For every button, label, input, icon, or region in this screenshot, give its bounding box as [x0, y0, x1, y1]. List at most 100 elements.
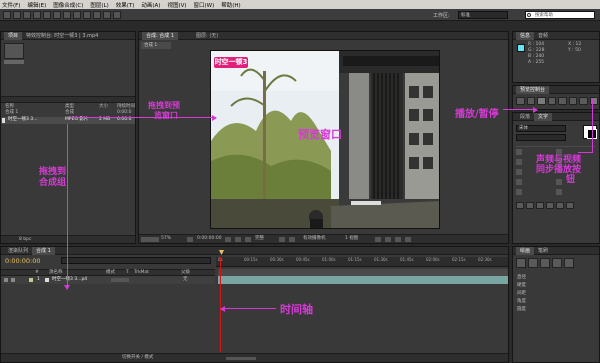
workspace-select[interactable]: 标准 — [458, 11, 508, 19]
tab-effect-controls[interactable]: 特效控制台: 时空一顿3 | 3.mp4 — [22, 32, 102, 40]
selection-tool-icon[interactable] — [3, 11, 11, 19]
previous-frame-icon[interactable] — [526, 97, 535, 105]
superscript-icon[interactable] — [556, 202, 564, 209]
brush-preset-icon[interactable] — [540, 258, 550, 268]
brush-tool-icon[interactable] — [83, 11, 91, 19]
menu-help[interactable]: 帮助(H) — [221, 1, 240, 9]
tab-character[interactable]: 文字 — [534, 112, 553, 121]
brush-preset-icon[interactable] — [552, 258, 562, 268]
resolution-select[interactable]: 完整 — [255, 236, 264, 242]
zoom-select[interactable]: 57% — [161, 236, 171, 242]
menu-animation[interactable]: 动画(A) — [141, 1, 160, 9]
tab-audio[interactable]: 音频 — [534, 32, 552, 40]
pan-behind-tool-icon[interactable] — [53, 11, 61, 19]
ruler-tick: 01:30s — [374, 257, 388, 262]
show-snapshot-icon[interactable] — [235, 237, 241, 242]
zoom-slider[interactable] — [226, 357, 256, 360]
transparency-grid-icon[interactable] — [289, 237, 295, 242]
grid-icon[interactable] — [187, 237, 193, 242]
always-preview-icon[interactable] — [141, 237, 159, 242]
audio-icon[interactable] — [568, 97, 577, 105]
layer-parent[interactable]: 无 — [183, 277, 188, 283]
puppet-tool-icon[interactable] — [113, 11, 121, 19]
play-pause-icon[interactable] — [537, 97, 546, 105]
eraser-tool-icon[interactable] — [103, 11, 111, 19]
brush-preset-icon[interactable] — [528, 258, 538, 268]
brush-preset-icon[interactable] — [516, 258, 526, 268]
small-caps-icon[interactable] — [546, 202, 554, 209]
menu-edit[interactable]: 编辑(E) — [27, 1, 46, 9]
font-size-icon — [516, 149, 522, 155]
text-tool-icon[interactable] — [73, 11, 81, 19]
toggle-switches-modes-button[interactable]: 切换开关 / 模式 — [122, 355, 153, 361]
camera-tool-icon[interactable] — [43, 11, 51, 19]
annotation-play-pause: 播放/暂停 — [455, 109, 499, 120]
loop-icon[interactable] — [579, 97, 588, 105]
last-frame-icon[interactable] — [558, 97, 567, 105]
faux-bold-icon[interactable] — [516, 202, 524, 209]
zoom-tool-icon[interactable] — [23, 11, 31, 19]
menu-composition[interactable]: 图像合成(C) — [53, 1, 83, 9]
tab-project[interactable]: 项目 — [4, 31, 23, 40]
label-color-icon[interactable] — [29, 278, 33, 282]
layer-duration-bar[interactable] — [218, 276, 508, 284]
timeline-footer: 切换开关 / 模式 — [1, 353, 508, 362]
work-area-bar[interactable] — [218, 269, 508, 276]
ruler-tick: 00:30s — [270, 257, 284, 262]
menu-window[interactable]: 窗口(W) — [194, 1, 215, 9]
channel-icon[interactable] — [245, 237, 251, 242]
menu-effect[interactable]: 效果(T) — [116, 1, 135, 9]
rotate-tool-icon[interactable] — [33, 11, 41, 19]
next-frame-icon[interactable] — [547, 97, 556, 105]
character-panel: 段落 文字 宋体 — [512, 112, 600, 244]
tab-paint[interactable]: 绘画 — [516, 246, 535, 255]
hand-tool-icon[interactable] — [13, 11, 21, 19]
tab-info[interactable]: 信息 — [516, 31, 535, 40]
list-item[interactable]: 合成 1 合成 0:00:0 — [1, 110, 135, 117]
snapshot-icon[interactable] — [225, 237, 231, 242]
bit-depth-button[interactable]: 8 bpc — [19, 237, 31, 243]
search-help-input[interactable]: 搜索帮助 — [525, 11, 595, 19]
views-select[interactable]: 1 视图 — [345, 236, 358, 242]
timeline-toggle-icon[interactable] — [385, 237, 391, 242]
flowchart-icon[interactable] — [395, 237, 401, 242]
all-caps-icon[interactable] — [536, 202, 544, 209]
visibility-icon[interactable] — [4, 278, 8, 282]
comp-subtab[interactable]: 合成 1 — [141, 42, 171, 49]
audio-toggle-icon[interactable] — [11, 278, 15, 282]
brush-preset-icon[interactable] — [564, 258, 574, 268]
subscript-icon[interactable] — [566, 202, 574, 209]
region-of-interest-icon[interactable] — [279, 237, 285, 242]
comp-timecode[interactable]: 0:00:00:00 — [197, 236, 222, 242]
tab-layer[interactable]: 图层: (无) — [192, 32, 222, 40]
table-row[interactable]: 1 时空一顿3 3...p4 无 — [1, 276, 215, 284]
tab-preview[interactable]: 预览控制台 — [516, 85, 550, 94]
font-family-select[interactable]: 宋体 — [516, 125, 566, 132]
ruler-tick: 02:15s — [452, 257, 466, 262]
exposure-icon[interactable] — [405, 237, 411, 242]
fast-preview-icon[interactable] — [375, 237, 381, 242]
tab-composition[interactable]: 合成: 合成 1 — [142, 31, 179, 40]
project-search-bar[interactable] — [1, 96, 135, 103]
stamp-tool-icon[interactable] — [93, 11, 101, 19]
ram-preview-icon[interactable] — [589, 97, 598, 105]
ruler-tick: 00:15s — [244, 257, 258, 262]
pen-tool-icon[interactable] — [63, 11, 71, 19]
switches-icons[interactable] — [111, 278, 129, 282]
list-item[interactable]: 时空一顿3 3... MPEG 影片 2 MB 0:00:0 — [1, 117, 135, 124]
ruler-tick: 00:45s — [296, 257, 310, 262]
menu-layer[interactable]: 图层(L) — [90, 1, 108, 9]
time-ruler[interactable]: 0s 00:15s 00:30s 00:45s 01:00s 01:15s 01… — [216, 257, 508, 267]
tab-brushes[interactable]: 笔刷 — [534, 247, 552, 255]
menu-view[interactable]: 视图(V) — [167, 1, 186, 9]
timeline-search-input[interactable] — [61, 257, 211, 264]
timeline-timecode[interactable]: 0:00:00:00 — [5, 257, 41, 265]
menu-file[interactable]: 文件(F) — [2, 1, 20, 9]
camera-select[interactable]: 有效摄像机 — [303, 236, 326, 242]
tab-render-queue[interactable]: 渲染队列 — [4, 247, 32, 255]
faux-italic-icon[interactable] — [526, 202, 534, 209]
font-style-select[interactable] — [516, 134, 566, 141]
tab-comp-timeline[interactable]: 合成 1 — [32, 246, 55, 255]
first-frame-icon[interactable] — [516, 97, 525, 105]
tab-paragraph[interactable]: 段落 — [516, 113, 534, 121]
